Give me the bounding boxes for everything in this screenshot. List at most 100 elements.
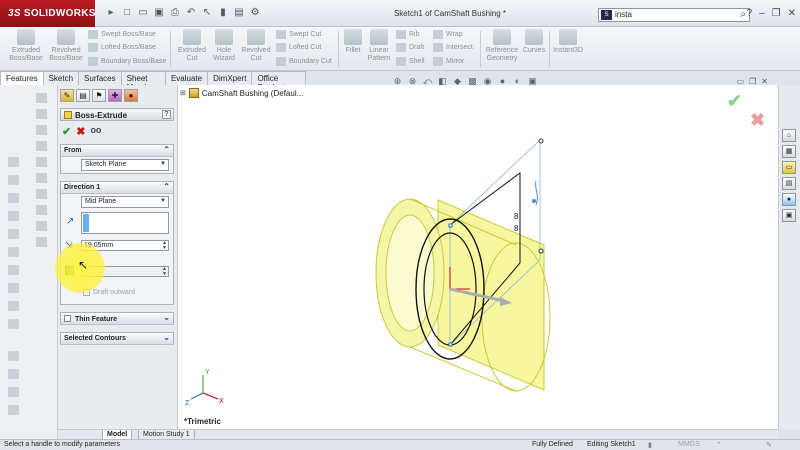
spin-arrows-icon[interactable]: ▲ ▼ xyxy=(162,267,167,277)
spin-arrows-icon[interactable]: ▲ ▼ xyxy=(162,241,167,251)
toolbar-icon[interactable] xyxy=(8,229,19,239)
bushing-body[interactable] xyxy=(437,199,545,391)
direction-selection-box[interactable] xyxy=(81,212,169,234)
shell-button[interactable]: Shell xyxy=(396,55,425,68)
toolbar-icon[interactable] xyxy=(36,93,47,103)
tab-evaluate[interactable]: Evaluate xyxy=(164,71,209,85)
toolbar-icon[interactable] xyxy=(8,265,19,275)
drag-handle[interactable] xyxy=(448,223,453,228)
feature-manager-tab-icon[interactable]: ✎ xyxy=(60,89,74,102)
view-palette-icon[interactable]: ▤ xyxy=(782,177,796,190)
lofted-cut-button[interactable]: Lofted Cut xyxy=(276,41,321,54)
from-select[interactable]: Sketch Plane ▼ xyxy=(81,159,169,171)
toolbar-icon[interactable] xyxy=(8,247,19,257)
dimxpert-manager-tab-icon[interactable]: ✚ xyxy=(108,89,122,102)
toolbar-icon[interactable] xyxy=(36,157,47,167)
menu-arrow-icon[interactable]: ▸ xyxy=(104,7,118,19)
fillet-button[interactable]: Fillet xyxy=(341,29,365,55)
intersect-button[interactable]: Intersect xyxy=(433,41,473,54)
toolbar-icon[interactable] xyxy=(36,237,47,247)
solidworks-resources-icon[interactable]: ⌂ xyxy=(782,129,796,142)
tab-sketch[interactable]: Sketch xyxy=(42,71,80,85)
toolbar-icon[interactable] xyxy=(8,175,19,185)
linear-pattern-button[interactable]: Linear Pattern xyxy=(365,29,393,63)
undo-icon[interactable]: ↶ xyxy=(184,7,198,19)
toolbar-icon[interactable] xyxy=(8,405,19,415)
toolbar-icon[interactable] xyxy=(8,283,19,293)
select-icon[interactable]: ↖ xyxy=(200,7,214,19)
toolbar-icon[interactable] xyxy=(8,351,19,361)
save-icon[interactable]: ▣ xyxy=(152,7,166,19)
boundary-cut-button[interactable]: Boundary Cut xyxy=(276,55,332,68)
rib-button[interactable]: Rib xyxy=(396,28,420,41)
expand-chevron-icon[interactable]: ⌄ xyxy=(163,313,170,322)
tab-features[interactable]: Features xyxy=(0,71,44,85)
toolbar-icon[interactable] xyxy=(36,141,47,151)
display-manager-tab-icon[interactable]: ● xyxy=(124,89,138,102)
toolbar-icon[interactable] xyxy=(36,189,47,199)
open-folder-icon[interactable]: ▭ xyxy=(136,7,150,19)
rebuild-icon[interactable]: ▮ xyxy=(216,7,230,19)
toolbar-icon[interactable] xyxy=(36,173,47,183)
direction1-group-header[interactable]: Direction 1 ⌃ xyxy=(61,182,173,194)
quick-tips-icon[interactable]: ✎ xyxy=(766,441,772,449)
revolved-cut-button[interactable]: Revolved Cut xyxy=(239,29,273,63)
toolbar-icon[interactable] xyxy=(8,157,19,167)
search-input[interactable]: S insta ⌕ xyxy=(598,8,750,22)
solidworks-logo[interactable]: 3S SOLIDWORKS xyxy=(0,0,95,27)
toolbar-icon[interactable] xyxy=(8,211,19,221)
model-canvas[interactable]: 8 8 Y X Z xyxy=(178,85,778,429)
swept-boss-button[interactable]: Swept Boss/Base xyxy=(88,28,156,41)
tab-dimxpert[interactable]: DimXpert xyxy=(207,71,253,85)
toolbar-icon[interactable] xyxy=(36,221,47,231)
close-icon[interactable]: ✕ xyxy=(788,8,796,19)
reference-geometry-button[interactable]: Reference Geometry xyxy=(482,29,522,63)
toolbar-icon[interactable] xyxy=(36,205,47,215)
configuration-manager-tab-icon[interactable]: ⚑ xyxy=(92,89,106,102)
help-button[interactable]: ? xyxy=(162,110,171,119)
tab-office-products[interactable]: Office Products xyxy=(251,71,306,92)
file-properties-icon[interactable]: ▤ xyxy=(232,7,246,19)
toolbar-icon[interactable] xyxy=(36,109,47,119)
toolbar-icon[interactable] xyxy=(8,301,19,311)
graphics-area[interactable]: ⊞ CamShaft Bushing (Defaul... ⊕ ⊗ ⤺ ◧ ◆ … xyxy=(178,76,778,429)
toolbar-icon[interactable] xyxy=(8,369,19,379)
toolbar-icon[interactable] xyxy=(8,319,19,329)
restore-icon[interactable]: ❐ xyxy=(772,8,781,19)
end-condition-select[interactable]: Mid Plane ▼ xyxy=(81,196,169,208)
wrap-button[interactable]: Wrap xyxy=(433,28,463,41)
design-library-icon[interactable]: ▦ xyxy=(782,145,796,158)
toolbar-icon[interactable] xyxy=(8,193,19,203)
cancel-button[interactable]: ✖ xyxy=(76,125,85,138)
expand-chevron-icon[interactable]: ⌄ xyxy=(163,333,170,342)
property-manager-tab-icon[interactable]: ▤ xyxy=(76,89,90,102)
toolbar-icon[interactable] xyxy=(8,387,19,397)
tab-sheet-metal[interactable]: Sheet Metal xyxy=(120,71,166,92)
extruded-cut-button[interactable]: Extruded Cut xyxy=(174,29,210,63)
drag-handle[interactable] xyxy=(538,138,544,144)
appearances-icon[interactable]: ● xyxy=(782,193,796,206)
help-icon[interactable]: ? xyxy=(747,8,753,19)
options-gear-icon[interactable]: ⚙ xyxy=(248,7,262,19)
from-group-header[interactable]: From ⌃ xyxy=(61,145,173,157)
toolbar-icon[interactable] xyxy=(36,125,47,135)
collapse-chevron-icon[interactable]: ⌃ xyxy=(163,182,170,191)
units-chevron-icon[interactable]: ⌃ xyxy=(716,441,722,449)
print-icon[interactable]: ⎙ xyxy=(168,7,182,19)
tab-surfaces[interactable]: Surfaces xyxy=(78,71,122,85)
curves-button[interactable]: Curves xyxy=(521,29,547,55)
search-scope-icon[interactable]: S xyxy=(601,10,612,20)
swept-cut-button[interactable]: Swept Cut xyxy=(276,28,321,41)
instant3d-button[interactable]: Instant3D xyxy=(551,29,585,55)
collapse-chevron-icon[interactable]: ⌃ xyxy=(163,145,170,154)
revolved-boss-button[interactable]: Revolved Boss/Base xyxy=(46,29,86,63)
extruded-boss-button[interactable]: Extruded Boss/Base xyxy=(6,29,46,63)
units-selector[interactable]: MMGS xyxy=(678,441,700,448)
hole-wizard-button[interactable]: Hole Wizard xyxy=(208,29,240,63)
checkbox-icon[interactable] xyxy=(64,315,71,322)
file-explorer-icon[interactable]: ▭ xyxy=(782,161,796,174)
ok-button[interactable]: ✔ xyxy=(62,125,71,138)
drag-handle[interactable] xyxy=(538,248,544,254)
minimize-icon[interactable]: – xyxy=(759,8,765,19)
lofted-boss-button[interactable]: Lofted Boss/Base xyxy=(88,41,156,54)
